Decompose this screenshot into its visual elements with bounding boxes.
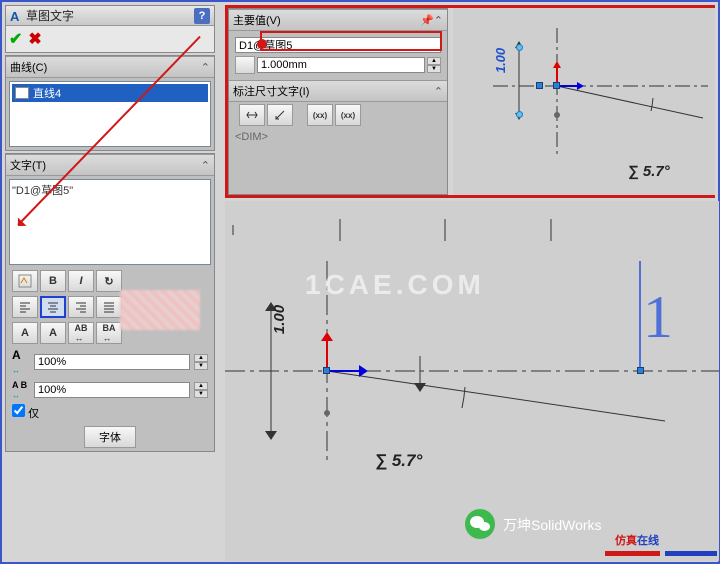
brand-bar (665, 551, 717, 556)
text-input[interactable]: "D1@草图5" (9, 179, 211, 265)
width-ba-button[interactable]: BA↔ (96, 322, 122, 344)
sketch-text-icon: A (10, 9, 26, 23)
paren2-button[interactable]: (xx) (335, 104, 361, 126)
curves-header: 曲线(C) (10, 59, 201, 75)
link-dim-button[interactable] (235, 56, 255, 74)
align-justify-button[interactable] (96, 296, 122, 318)
dim-handle[interactable] (516, 111, 523, 118)
collapse-icon[interactable]: ⌃ (434, 85, 443, 98)
curve-item-label: 直线4 (33, 85, 61, 101)
spacing-percent-input[interactable] (34, 382, 190, 398)
font-button[interactable]: 字体 (84, 426, 136, 448)
spinner[interactable]: ▲▼ (194, 354, 208, 370)
paren1-button[interactable]: (xx) (307, 104, 333, 126)
pin-icon[interactable]: 📌 (420, 14, 434, 27)
angle-value: ∑ 5.7° (375, 451, 422, 471)
checkbox-label: 仅 (28, 408, 39, 420)
help-icon[interactable]: ? (194, 8, 210, 24)
line-icon (15, 87, 29, 99)
spacing-ab-icon: A B↔ (12, 380, 30, 400)
brand-blue: 在线 (637, 535, 659, 547)
ok-button[interactable]: ✔ (9, 29, 22, 49)
align-right-button[interactable] (68, 296, 94, 318)
pixelated-region (120, 290, 200, 330)
flip-h-button[interactable]: A (40, 322, 66, 344)
dimension-value: 1.00 (271, 305, 288, 334)
sketch-text-glyph: 1 (643, 283, 673, 352)
curves-listbox[interactable]: 直线4 (9, 81, 211, 147)
brand-red: 仿真 (615, 535, 637, 547)
panel-title: 草图文字 (26, 7, 194, 24)
italic-button[interactable]: I (68, 270, 94, 292)
wechat-icon (465, 509, 495, 539)
dim-style2-button[interactable] (267, 104, 293, 126)
collapse-icon[interactable]: ⌃ (201, 61, 210, 74)
collapse-icon[interactable]: ⌃ (434, 14, 443, 27)
style-button[interactable] (12, 270, 38, 292)
width-ab-button[interactable]: AB↔ (68, 322, 94, 344)
dim-placeholder-text: <DIM> (235, 131, 441, 143)
align-left-button[interactable] (12, 296, 38, 318)
text-value: "D1@草图5" (12, 185, 73, 197)
bold-button[interactable]: B (40, 270, 66, 292)
wechat-label: 万坤SolidWorks (503, 515, 602, 535)
callout-dot (257, 39, 267, 49)
point (324, 410, 330, 416)
point (554, 112, 560, 118)
flip-v-button[interactable]: A (12, 322, 38, 344)
brand-logo: 仿真在线 (615, 531, 659, 549)
dim-handle[interactable] (516, 44, 523, 51)
collapse-icon[interactable]: ⌃ (201, 159, 210, 172)
align-center-button[interactable] (40, 296, 66, 318)
height-a-icon: A↔ (12, 348, 30, 376)
endpoint-handle[interactable] (637, 367, 644, 374)
spinner[interactable]: ▲▼ (194, 382, 208, 398)
point-handle[interactable] (536, 82, 543, 89)
cancel-button[interactable]: ✖ (28, 29, 41, 49)
rotate-button[interactable]: ↻ (96, 270, 122, 292)
angle-value: ∑ 5.7° (628, 163, 670, 180)
dimension-value: 1.00 (493, 48, 508, 73)
watermark-text: 1CAE.COM (305, 269, 485, 301)
origin-handle[interactable] (553, 82, 560, 89)
use-doc-font-checkbox[interactable] (12, 404, 25, 417)
list-item[interactable]: 直线4 (12, 84, 208, 102)
height-percent-input[interactable] (34, 354, 190, 370)
origin-handle[interactable] (323, 367, 330, 374)
dim-style1-button[interactable] (239, 104, 265, 126)
spinner[interactable]: ▲▼ (427, 57, 441, 73)
main-value-header: 主要值(V) (233, 12, 420, 28)
brand-bar (605, 551, 660, 556)
dim-text-header: 标注尺寸文字(I) (233, 83, 434, 99)
highlight-d1-box (260, 31, 442, 51)
dimension-value-input[interactable] (257, 57, 425, 73)
text-header: 文字(T) (10, 157, 201, 173)
